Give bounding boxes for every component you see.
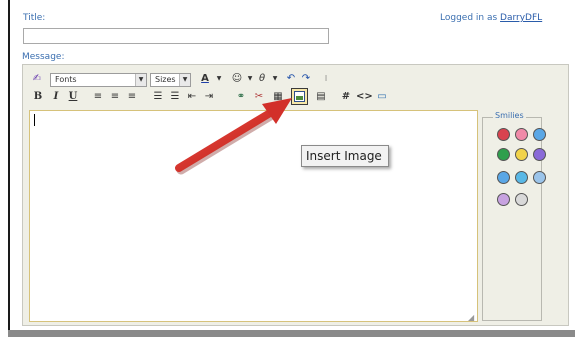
insert-image-tooltip: Insert Image [301, 145, 389, 167]
red-arrow-annotation [175, 98, 292, 175]
